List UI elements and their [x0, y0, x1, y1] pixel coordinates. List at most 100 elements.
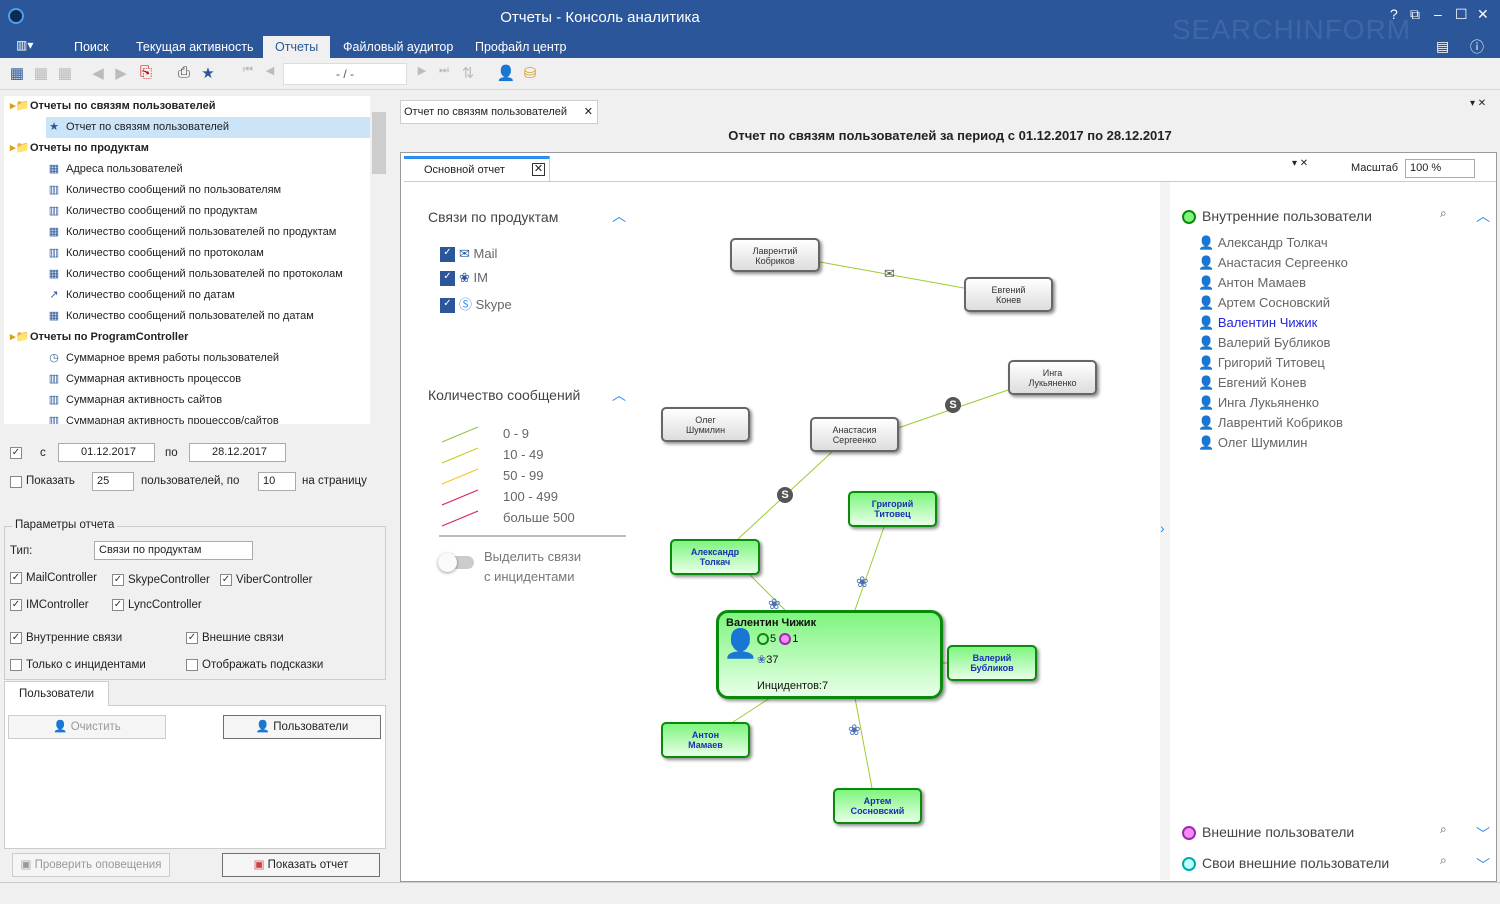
search-icon[interactable]: ⌕	[1440, 822, 1447, 837]
search-icon[interactable]: ⌕	[1440, 853, 1447, 868]
favorites-icon[interactable]: ★	[198, 64, 218, 84]
users-count-stepper[interactable]: 25	[92, 472, 134, 491]
dropdown-icon[interactable]: ▾ ✕	[1470, 98, 1486, 109]
export-pdf-icon[interactable]: ⎘	[136, 64, 156, 84]
show-users-checkbox[interactable]	[10, 474, 26, 488]
close-button[interactable]: ✕	[1477, 6, 1489, 23]
tree-item[interactable]: ◷ Суммарное время работы пользователей	[46, 348, 279, 369]
database-settings-icon[interactable]: ⛁	[520, 64, 540, 84]
expand-external-icon[interactable]: ﹀	[1476, 824, 1490, 844]
tree-item[interactable]: ▥ Количество сообщений по протоколам	[46, 243, 264, 264]
back-icon[interactable]: ◀	[88, 64, 108, 84]
expand-panel-icon[interactable]: ›	[1160, 520, 1165, 536]
user-list-item[interactable]: 👤 Григорий Титовец	[1198, 355, 1325, 371]
node-sergeenko[interactable]: Анастасия Сергеенко	[810, 417, 899, 452]
first-page-icon[interactable]: ⏮	[238, 64, 258, 84]
tab-reports[interactable]: Отчеты	[263, 36, 331, 58]
mailcontroller-checkbox[interactable]: ✓ MailController	[10, 572, 97, 584]
user-list-item-selected[interactable]: 👤 Валентин Чижик	[1198, 315, 1317, 331]
prev-page-icon[interactable]: ◀	[260, 64, 280, 84]
lynccontroller-checkbox[interactable]: ✓ LyncController	[112, 599, 202, 611]
help-icon[interactable]: ?	[1390, 6, 1398, 22]
filter-im-checkbox[interactable]: ✓ ❀ IM	[440, 270, 488, 287]
tree-item[interactable]: ▥ Суммарная активность сайтов	[46, 390, 222, 411]
node-focus-chizhik[interactable]: Валентин Чижик 👤 5 1 ❀37 Инцидентов:7	[716, 610, 943, 699]
date-from-input[interactable]: 01.12.2017	[58, 443, 155, 462]
minimize-button[interactable]: ‒	[1434, 6, 1442, 22]
node-konev[interactable]: Евгений Конев	[964, 277, 1053, 312]
tab-menu-icons[interactable]: ▾ ✕	[1292, 158, 1308, 169]
close-tab-icon[interactable]: ✕	[532, 163, 545, 176]
external-links-checkbox[interactable]: ✓ Внешние связи	[186, 632, 284, 644]
user-list-item[interactable]: 👤 Анастасия Сергеенко	[1198, 255, 1348, 271]
user-list-item[interactable]: 👤 Антон Мамаев	[1198, 275, 1306, 291]
date-to-input[interactable]: 28.12.2017	[189, 443, 286, 462]
node-mamaev[interactable]: Антон Мамаев	[661, 722, 750, 758]
tree-item[interactable]: ▦ Адреса пользователей	[46, 159, 183, 180]
check-alerts-button[interactable]: ▣ Проверить оповещения	[12, 853, 170, 877]
node-tolkach[interactable]: Александр Толкач	[670, 539, 760, 575]
tree-item[interactable]: ▥ Суммарная активность процессов	[46, 369, 241, 390]
tree-item[interactable]: ▥ Суммарная активность процессов/сайтов	[46, 411, 279, 424]
collapse-products-icon[interactable]: ︿	[612, 206, 626, 226]
next-page-icon[interactable]: ▶	[412, 64, 432, 84]
vibercontroller-checkbox[interactable]: ✓ ViberController	[220, 574, 313, 586]
users-tab[interactable]: Пользователи	[4, 681, 109, 706]
user-list-item[interactable]: 👤 Лаврентий Кобриков	[1198, 415, 1343, 431]
new-report-icon[interactable]: ▦	[7, 64, 27, 84]
user-list-item[interactable]: 👤 Валерий Бубликов	[1198, 335, 1330, 351]
tree-group-user-links[interactable]: ▸📁Отчеты по связям пользователей	[10, 96, 216, 117]
report-doc-tab[interactable]: Отчет по связям пользователей ✕	[400, 100, 598, 124]
filter-mail-checkbox[interactable]: ✓ ✉ Mail	[440, 246, 497, 263]
tree-item[interactable]: ▦ Количество сообщений пользователей по п…	[46, 222, 337, 243]
tree-group-products[interactable]: ▸📁Отчеты по продуктам	[10, 138, 149, 159]
collapse-internal-icon[interactable]: ︿	[1476, 206, 1490, 226]
user-table-icon[interactable]: 👤	[496, 64, 516, 84]
filter-skype-checkbox[interactable]: ✓ Ⓢ Skype	[440, 294, 512, 314]
user-list-item[interactable]: 👤 Артем Сосновский	[1198, 295, 1330, 311]
scale-select[interactable]: 100 %	[1405, 159, 1475, 178]
node-bublikov[interactable]: Валерий Бубликов	[947, 645, 1037, 681]
clear-button[interactable]: 👤 Очистить	[8, 715, 166, 739]
collapse-count-icon[interactable]: ︿	[612, 385, 626, 405]
expand-own-external-icon[interactable]: ﹀	[1476, 855, 1490, 875]
user-list-item[interactable]: 👤 Инга Лукьяненко	[1198, 395, 1319, 411]
user-list-item[interactable]: 👤 Евгений Конев	[1198, 375, 1307, 391]
restore-layout-icon[interactable]: ⧉	[1410, 6, 1420, 23]
incidents-only-checkbox[interactable]: Только с инцидентами	[10, 659, 146, 671]
per-page-stepper[interactable]: 10	[258, 472, 296, 491]
highlight-incidents-toggle[interactable]	[438, 553, 474, 572]
node-shumilin[interactable]: Олег Шумилин	[661, 407, 750, 442]
node-sosnovsky[interactable]: Артем Сосновский	[833, 788, 922, 824]
tree-item[interactable]: ▥ Количество сообщений по продуктам	[46, 201, 257, 222]
close-tab-icon[interactable]: ✕	[584, 101, 593, 123]
user-list-item[interactable]: 👤 Александр Толкач	[1198, 235, 1328, 251]
main-report-tab[interactable]: Основной отчет ✕	[404, 156, 550, 182]
show-hints-checkbox[interactable]: Отображать подсказки	[186, 659, 323, 671]
type-select[interactable]: Связи по продуктам	[94, 541, 253, 560]
tree-item[interactable]: ▥ Количество сообщений по пользователям	[46, 180, 281, 201]
tree-scroll-thumb[interactable]	[372, 112, 386, 174]
node-kobrikov[interactable]: Лаврентий Кобриков	[730, 238, 820, 272]
sort-icon[interactable]: ⇅	[458, 64, 478, 84]
print-icon[interactable]: ⎙	[174, 64, 194, 84]
tree-group-programcontroller[interactable]: ▸📁Отчеты по ProgramController	[10, 327, 188, 348]
tab-search[interactable]: Поиск	[62, 36, 121, 58]
node-titovets[interactable]: Григорий Титовец	[848, 491, 937, 527]
info-icon[interactable]: ⓘ	[1470, 37, 1484, 57]
profile-card-icon[interactable]: ▤	[1436, 38, 1449, 55]
period-checkbox[interactable]: ✓	[10, 445, 26, 459]
internal-users-header[interactable]: Внутренние пользователи	[1182, 208, 1372, 225]
maximize-button[interactable]: ☐	[1455, 6, 1468, 23]
tree-item-user-links-report[interactable]: ★ Отчет по связям пользователей	[46, 117, 370, 138]
forward-icon[interactable]: ▶	[111, 64, 131, 84]
last-page-icon[interactable]: ⏭	[434, 64, 454, 84]
edit-report-icon[interactable]: ▦	[31, 64, 51, 84]
select-users-button[interactable]: 👤 Пользователи	[223, 715, 381, 739]
user-list-item[interactable]: 👤 Олег Шумилин	[1198, 435, 1307, 451]
tree-item[interactable]: ↗ Количество сообщений по датам	[46, 285, 234, 306]
tab-current-activity[interactable]: Текущая активность	[124, 36, 265, 58]
skypecontroller-checkbox[interactable]: ✓ SkypeController	[112, 574, 210, 586]
own-external-users-header[interactable]: Свои внешние пользователи	[1182, 855, 1389, 872]
imcontroller-checkbox[interactable]: ✓ IMController	[10, 599, 89, 611]
